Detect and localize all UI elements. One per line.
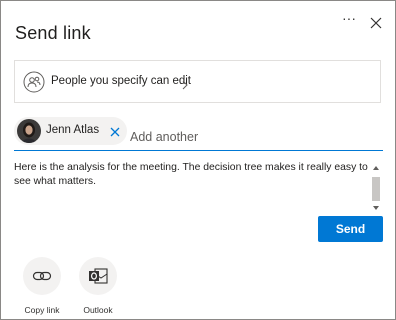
recipient-name: Jenn Atlas (46, 124, 100, 136)
remove-icon[interactable] (109, 125, 121, 137)
outlook-icon (79, 257, 117, 295)
add-recipient-input[interactable] (130, 127, 370, 147)
avatar (17, 119, 41, 143)
message-textarea[interactable]: Here is the analysis for the meeting. Th… (14, 161, 369, 211)
send-link-dialog: Send link ··· People you specify can edi… (0, 0, 396, 320)
copy-link-label: Copy link (24, 305, 60, 315)
outlook-button[interactable]: Outlook (68, 257, 128, 315)
scroll-up-arrow-icon[interactable] (373, 166, 379, 170)
message-scrollbar[interactable] (371, 164, 381, 213)
link-permissions-button[interactable]: People you specify can edit (14, 60, 381, 103)
chevron-right-icon (180, 77, 190, 90)
more-options-icon[interactable]: ··· (341, 11, 357, 29)
close-icon[interactable] (368, 15, 384, 31)
people-icon (23, 71, 45, 93)
scroll-thumb[interactable] (372, 177, 380, 201)
permission-label: People you specify can edit (51, 75, 192, 87)
dialog-title: Send link (15, 23, 91, 43)
recipient-chip[interactable]: Jenn Atlas (14, 117, 127, 145)
send-button[interactable]: Send (318, 216, 383, 242)
recipients-field: Jenn Atlas (14, 116, 383, 151)
outlook-label: Outlook (83, 305, 113, 315)
scroll-down-arrow-icon[interactable] (373, 206, 379, 210)
link-icon (23, 257, 61, 295)
copy-link-button[interactable]: Copy link (12, 257, 72, 315)
